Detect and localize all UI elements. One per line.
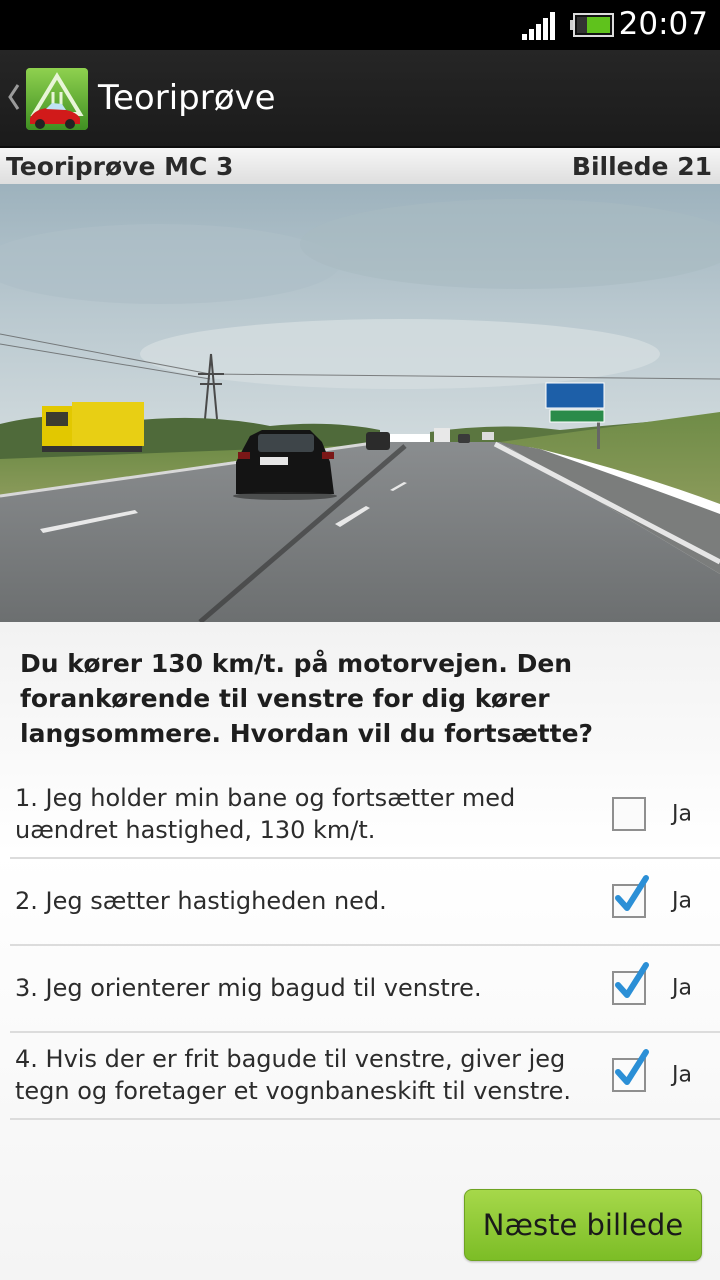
battery-icon (570, 13, 614, 37)
app-title: Teoriprøve (98, 78, 276, 118)
answer-row-1[interactable]: 1. Jeg holder min bane og fortsætter med… (10, 771, 720, 859)
action-bar: Teoriprøve (0, 50, 720, 148)
answer-checkbox-3[interactable] (612, 962, 649, 1005)
answer-label-ja: Ja (672, 1062, 692, 1088)
answer-text: 1. Jeg holder min bane og fortsætter med… (15, 784, 516, 844)
app-logo-icon[interactable] (26, 68, 88, 130)
image-number: Billede 21 (571, 152, 712, 181)
answer-text: 3. Jeg orienterer mig bagud til venstre. (15, 974, 482, 1002)
subheader: Teoriprøve MC 3 Billede 21 (0, 148, 720, 184)
question-panel: Du kører 130 km/t. på motorvejen. Den fo… (0, 622, 720, 1280)
test-name: Teoriprøve MC 3 (6, 152, 234, 181)
answer-checkbox-2[interactable] (612, 875, 649, 918)
question-photo (0, 184, 720, 622)
question-text: Du kører 130 km/t. på motorvejen. Den fo… (20, 649, 594, 748)
status-bar: 20:07 (0, 0, 720, 50)
next-image-button[interactable]: Næste billede (464, 1189, 702, 1261)
answer-label-ja: Ja (672, 975, 692, 1001)
back-chevron-icon[interactable] (6, 82, 22, 112)
answer-text: 2. Jeg sætter hastigheden ned. (15, 887, 387, 915)
checkmark-icon (615, 1049, 649, 1085)
clock: 20:07 (618, 6, 708, 42)
answer-row-3[interactable]: 3. Jeg orienterer mig bagud til venstre.… (10, 945, 720, 1033)
checkmark-icon (615, 875, 649, 911)
answer-label-ja: Ja (672, 801, 692, 827)
answer-row-4[interactable]: 4. Hvis der er frit bagude til venstre, … (10, 1032, 720, 1120)
answer-checkbox-4[interactable] (612, 1049, 649, 1092)
answer-checkbox-1[interactable] (612, 797, 646, 831)
answer-row-2[interactable]: 2. Jeg sætter hastigheden ned. Ja (10, 858, 720, 946)
signal-icon (522, 12, 555, 40)
answer-text: 4. Hvis der er frit bagude til venstre, … (15, 1045, 572, 1105)
answer-label-ja: Ja (672, 888, 692, 914)
checkmark-icon (615, 962, 649, 998)
